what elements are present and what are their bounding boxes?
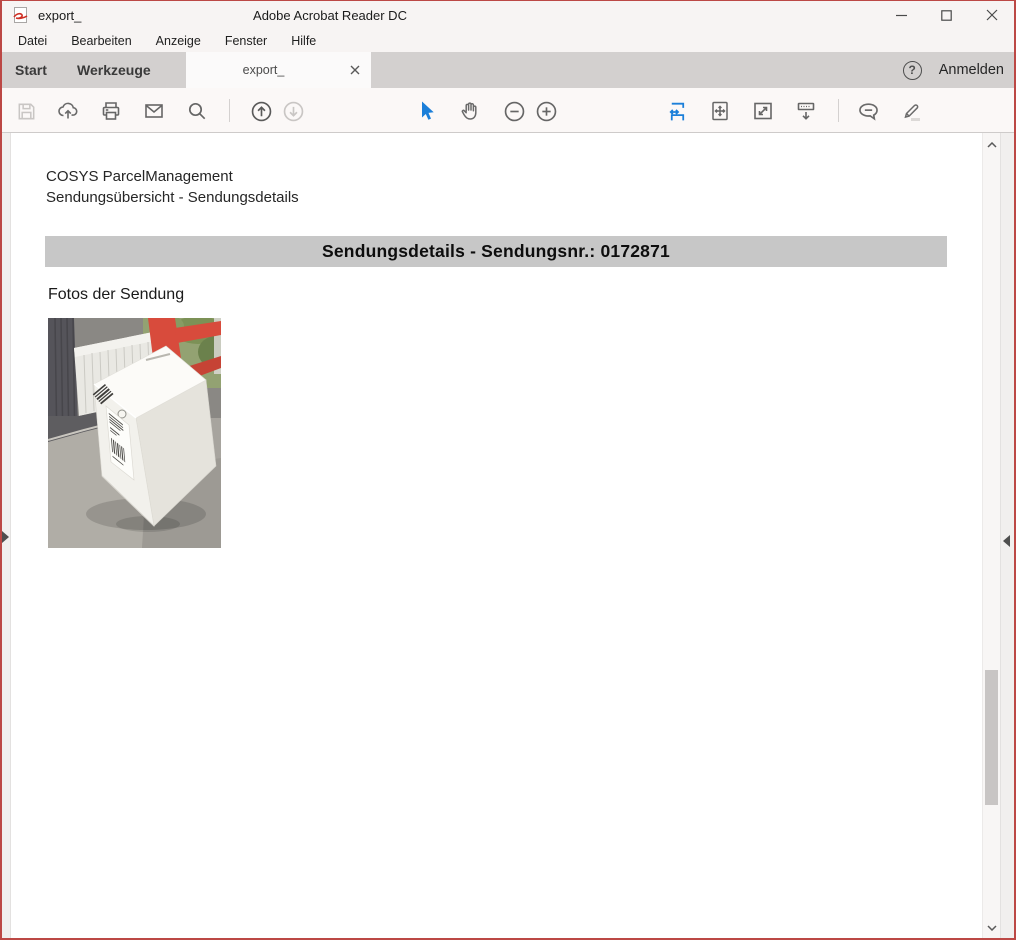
toolbar-dock-icon[interactable]	[793, 98, 819, 124]
title-bar: export_ Adobe Acrobat Reader DC	[0, 0, 1016, 30]
pdf-subtitle-line: Sendungsübersicht - Sendungsdetails	[46, 189, 299, 206]
scroll-up-icon[interactable]	[983, 136, 1001, 154]
comment-icon[interactable]	[855, 98, 881, 124]
window-app-title: Adobe Acrobat Reader DC	[0, 8, 660, 23]
left-panel-strip[interactable]	[0, 133, 11, 940]
print-icon[interactable]	[98, 98, 124, 124]
close-icon[interactable]	[969, 0, 1014, 30]
scroll-down-icon[interactable]	[983, 919, 1001, 937]
pdf-app-title-line: COSYS ParcelManagement	[46, 168, 233, 185]
menu-bar: Datei Bearbeiten Anzeige Fenster Hilfe	[0, 30, 1016, 52]
acrobat-window: export_ Adobe Acrobat Reader DC Datei Be…	[0, 0, 1016, 940]
help-icon[interactable]: ?	[903, 61, 922, 80]
page-up-icon[interactable]	[248, 98, 274, 124]
pdf-photos-heading: Fotos der Sendung	[48, 286, 184, 304]
page-scrolling-icon[interactable]	[664, 98, 690, 124]
menu-datei[interactable]: Datei	[10, 34, 55, 48]
tab-close-icon[interactable]	[348, 63, 362, 77]
maximize-icon[interactable]	[924, 0, 969, 30]
page-down-icon[interactable]	[280, 98, 306, 124]
share-upload-icon[interactable]	[55, 98, 81, 124]
panel-right-expand-icon[interactable]	[1003, 535, 1010, 547]
right-panel-strip[interactable]	[1000, 133, 1014, 940]
pdf-section-header-bar: Sendungsdetails - Sendungsnr.: 0172871	[45, 236, 947, 267]
scrollbar-thumb[interactable]	[985, 670, 998, 805]
fullscreen-icon[interactable]	[750, 98, 776, 124]
hand-tool-icon[interactable]	[457, 98, 483, 124]
menu-bearbeiten[interactable]: Bearbeiten	[63, 34, 139, 48]
panel-left-expand-icon[interactable]	[2, 531, 9, 543]
email-icon[interactable]	[141, 98, 167, 124]
parcel-photo	[48, 318, 221, 548]
menu-anzeige[interactable]: Anzeige	[148, 34, 209, 48]
tab-document-active[interactable]: export_	[186, 52, 371, 88]
tab-start[interactable]: Start	[15, 52, 47, 88]
sign-in-button[interactable]: Anmelden	[939, 62, 1004, 78]
tab-document-label: export_	[186, 52, 341, 88]
pdf-page: COSYS ParcelManagement Sendungsübersicht…	[12, 133, 982, 940]
main-toolbar: / 3 107%	[0, 88, 1016, 133]
tabbar-right-group: ? Anmelden	[903, 52, 1004, 88]
zoom-out-icon[interactable]	[501, 98, 527, 124]
highlighter-icon[interactable]	[898, 98, 924, 124]
menu-fenster[interactable]: Fenster	[217, 34, 275, 48]
menu-hilfe[interactable]: Hilfe	[283, 34, 324, 48]
fit-page-icon[interactable]	[707, 98, 733, 124]
vertical-scrollbar[interactable]	[982, 133, 1000, 940]
save-icon[interactable]	[13, 98, 39, 124]
search-icon[interactable]	[184, 98, 210, 124]
zoom-in-icon[interactable]	[533, 98, 559, 124]
select-tool-icon[interactable]	[414, 98, 440, 124]
toolbar-separator	[229, 99, 230, 122]
window-controls	[879, 0, 1014, 30]
minimize-icon[interactable]	[879, 0, 924, 30]
tab-bar: Start Werkzeuge export_ ? Anmelden	[0, 52, 1016, 88]
pdf-section-header-text: Sendungsdetails - Sendungsnr.: 0172871	[322, 241, 670, 262]
tab-werkzeuge[interactable]: Werkzeuge	[77, 52, 151, 88]
document-area: COSYS ParcelManagement Sendungsübersicht…	[0, 133, 1016, 940]
toolbar-separator	[838, 99, 839, 122]
